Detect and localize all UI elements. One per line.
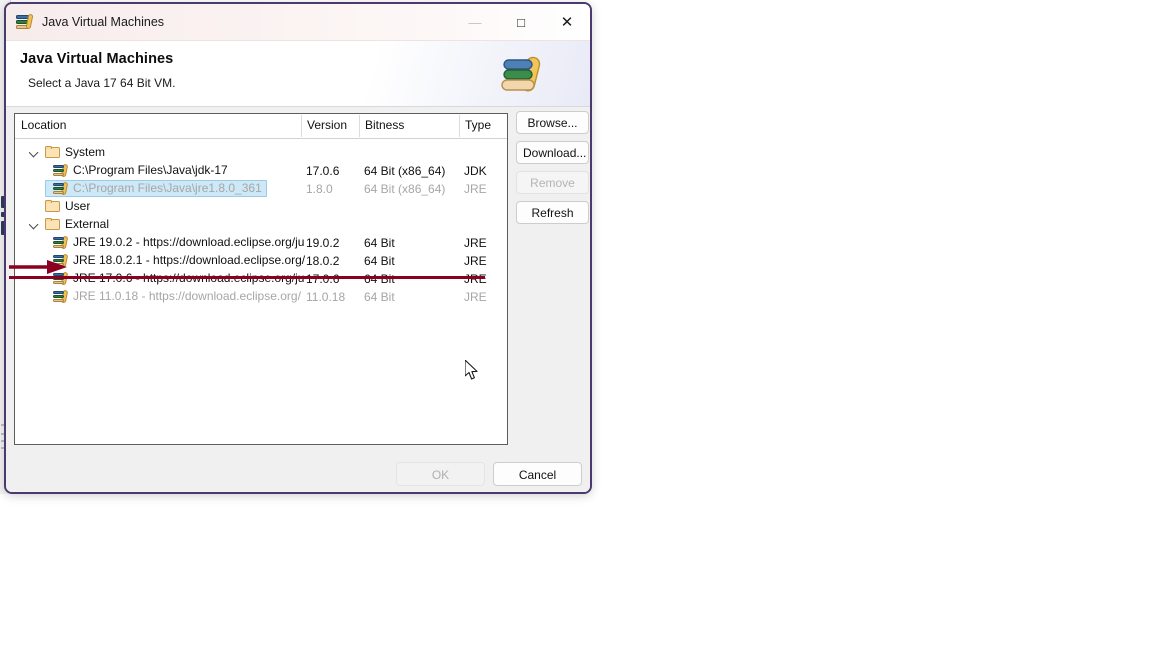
java-virtual-machines-dialog: Java Virtual Machines — □ ✕ Java Virtual… xyxy=(4,2,592,494)
row-type-cell: JRE xyxy=(464,272,487,286)
column-divider[interactable] xyxy=(459,115,460,137)
chevron-down-icon[interactable] xyxy=(29,218,41,230)
folder-icon xyxy=(45,218,60,230)
red-arrow-annotation xyxy=(9,260,67,274)
page-title: Java Virtual Machines xyxy=(20,51,174,67)
row-version-cell: 11.0.18 xyxy=(306,290,346,304)
table-row[interactable]: C:\Program Files\Java\jdk-17 17.0.6 64 Bit… xyxy=(15,162,507,180)
chevron-down-icon[interactable] xyxy=(29,146,41,158)
column-divider[interactable] xyxy=(359,115,360,137)
row-location-cell[interactable]: JRE 19.0.2 - https://download.eclipse.or… xyxy=(53,235,304,249)
row-version-cell: 1.8.0 xyxy=(306,182,333,196)
side-button-remove: Remove xyxy=(516,171,589,194)
screen: Java Virtual Machines — □ ✕ Java Virtual… xyxy=(0,0,1152,648)
row-type-cell: JDK xyxy=(464,164,487,178)
row-location-label: C:\Program Files\Java\jdk-17 xyxy=(73,163,228,177)
row-location-label: JRE 18.0.2.1 - https://download.eclipse.… xyxy=(73,253,306,267)
side-button-download[interactable]: Download... xyxy=(516,141,589,164)
side-button-group: Browse... Download... Remove Refresh xyxy=(516,111,589,231)
row-location-label: System xyxy=(65,145,106,159)
side-button-refresh[interactable]: Refresh xyxy=(516,201,589,224)
row-type-cell: JRE xyxy=(464,254,487,268)
row-version-cell: 17.0.6 xyxy=(306,164,340,178)
window-controls: — □ ✕ xyxy=(452,4,590,40)
row-bitness-cell: 64 Bit xyxy=(364,272,395,286)
java-books-icon xyxy=(498,51,558,97)
table-row[interactable]: User xyxy=(15,198,507,216)
column-header-location[interactable]: Location xyxy=(21,118,66,132)
java-books-icon xyxy=(53,181,68,195)
row-location-cell[interactable]: JRE 11.0.18 - https://download.eclipse.o… xyxy=(53,289,301,303)
table-row[interactable]: C:\Program Files\Java\jre1.8.0_361 1.8.0 6… xyxy=(15,180,507,198)
folder-icon xyxy=(45,200,60,212)
column-header-bitness[interactable]: Bitness xyxy=(365,118,404,132)
row-location-cell[interactable]: C:\Program Files\Java\jdk-17 xyxy=(53,163,228,177)
table-row[interactable]: JRE 11.0.18 - https://download.eclipse.o… xyxy=(15,288,507,306)
row-location-cell[interactable]: System xyxy=(29,145,105,159)
table-row[interactable]: JRE 19.0.2 - https://download.eclipse.or… xyxy=(15,234,507,252)
dialog-banner: Java Virtual Machines Select a Java 17 6… xyxy=(6,41,590,107)
row-bitness-cell: 64 Bit (x86_64) xyxy=(364,182,446,196)
ok-button: OK xyxy=(396,462,485,486)
row-version-cell: 18.0.2 xyxy=(306,254,340,268)
java-books-icon xyxy=(16,13,34,30)
red-underline-annotation xyxy=(9,276,485,279)
row-version-cell: 19.0.2 xyxy=(306,236,340,250)
row-location-cell[interactable]: JRE 18.0.2.1 - https://download.eclipse.… xyxy=(53,253,305,267)
row-location-label: External xyxy=(65,217,110,231)
cancel-button[interactable]: Cancel xyxy=(493,462,582,486)
table-header: Location Version Bitness Type xyxy=(15,114,507,139)
row-location-cell[interactable]: C:\Program Files\Java\jre1.8.0_361 xyxy=(53,181,262,195)
row-bitness-cell: 64 Bit xyxy=(364,290,395,304)
table-row[interactable]: System xyxy=(15,144,507,162)
minimize-button[interactable]: — xyxy=(452,4,498,40)
column-header-version[interactable]: Version xyxy=(307,118,347,132)
close-button[interactable]: ✕ xyxy=(544,4,590,40)
vm-list-table[interactable]: Location Version Bitness Type System C:\P… xyxy=(14,113,508,445)
row-type-cell: JRE xyxy=(464,182,487,196)
row-bitness-cell: 64 Bit xyxy=(364,254,395,268)
row-location-label: JRE 11.0.18 - https://download.eclipse.o… xyxy=(73,289,301,303)
table-row[interactable]: JRE 18.0.2.1 - https://download.eclipse.… xyxy=(15,252,507,270)
row-location-cell[interactable]: User xyxy=(29,199,90,213)
row-location-label: C:\Program Files\Java\jre1.8.0_361 xyxy=(73,181,262,195)
column-divider[interactable] xyxy=(301,115,302,137)
column-header-type[interactable]: Type xyxy=(465,118,491,132)
java-books-icon xyxy=(53,163,68,177)
row-location-label: User xyxy=(65,199,91,213)
window-title: Java Virtual Machines xyxy=(42,15,165,29)
side-button-browse[interactable]: Browse... xyxy=(516,111,589,134)
maximize-button[interactable]: □ xyxy=(498,4,544,40)
row-version-cell: 17.0.6 xyxy=(306,272,340,286)
dialog-body: Location Version Bitness Type System C:\P… xyxy=(6,107,590,492)
row-bitness-cell: 64 Bit xyxy=(364,236,395,250)
page-subtitle: Select a Java 17 64 Bit VM. xyxy=(28,76,176,90)
java-books-icon xyxy=(53,235,68,249)
dialog-button-group: OK Cancel xyxy=(396,462,582,486)
table-row[interactable]: JRE 17.0.6 - https://download.eclipse.or… xyxy=(15,270,507,288)
mouse-cursor-icon xyxy=(464,359,479,381)
table-row[interactable]: External xyxy=(15,216,507,234)
title-bar[interactable]: Java Virtual Machines — □ ✕ xyxy=(6,4,590,41)
row-location-cell[interactable]: External xyxy=(29,217,109,231)
row-bitness-cell: 64 Bit (x86_64) xyxy=(364,164,446,178)
row-type-cell: JRE xyxy=(464,290,487,304)
row-type-cell: JRE xyxy=(464,236,487,250)
row-location-label: JRE 19.0.2 - https://download.eclipse.or… xyxy=(73,235,305,249)
java-books-icon xyxy=(53,289,68,303)
folder-icon xyxy=(45,146,60,158)
